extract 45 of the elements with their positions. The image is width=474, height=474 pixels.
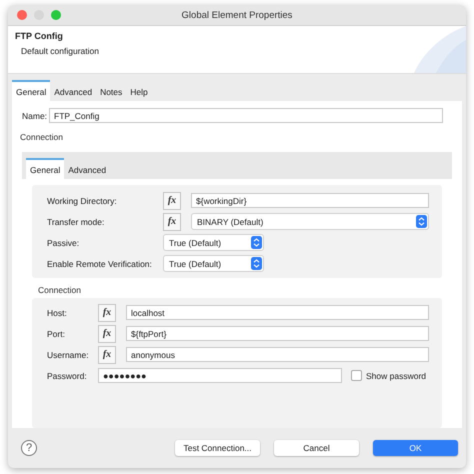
window-title: Global Element Properties (180, 10, 294, 20)
field-label: Host: (47, 308, 68, 318)
config-subtitle: Default configuration (20, 46, 99, 56)
tab[interactable]: Help (126, 80, 152, 101)
window-control-icon[interactable] (51, 10, 61, 20)
field-label: Password: (47, 370, 88, 380)
tab[interactable]: Notes (96, 80, 126, 101)
window-control-icon[interactable] (17, 10, 27, 20)
section-label: Connection (37, 284, 82, 297)
expression-button[interactable]: fx (98, 304, 116, 322)
help-button[interactable]: ? (21, 440, 37, 456)
config-title: FTP Config (15, 31, 64, 41)
tab[interactable]: General (26, 158, 64, 179)
tab[interactable]: General (12, 80, 50, 101)
dropdown[interactable]: BINARY (Default) (191, 213, 429, 230)
stepper-icon (251, 236, 262, 249)
password-field[interactable]: ●●●●●●●● (98, 368, 342, 383)
field-label: Username: (47, 350, 90, 360)
expression-button[interactable]: fx (163, 192, 181, 210)
stepper-icon (416, 215, 427, 228)
field-label: Name: (21, 110, 48, 120)
dialog-button[interactable]: Cancel (274, 440, 359, 456)
field-label: Working Directory: (47, 196, 118, 206)
expression-button[interactable]: fx (98, 346, 116, 364)
section-label: Connection (19, 131, 64, 144)
stepper-icon (251, 257, 262, 270)
field-label: Enable Remote Verification: (47, 258, 153, 268)
name-field[interactable]: FTP_Config (49, 108, 443, 123)
field-label: Passive: (47, 238, 80, 248)
input-field[interactable]: ${ftpPort} (126, 326, 429, 341)
checkbox-label: Show password (366, 370, 426, 380)
tab[interactable]: Advanced (50, 80, 96, 101)
dropdown[interactable]: True (Default) (163, 255, 264, 272)
dropdown[interactable]: True (Default) (163, 234, 264, 251)
tab[interactable]: Advanced (64, 158, 110, 179)
field-label: Port: (47, 328, 66, 338)
input-field[interactable]: ${workingDir} (191, 193, 429, 208)
input-field[interactable]: localhost (126, 305, 429, 320)
checkbox[interactable] (351, 370, 362, 381)
dialog-button[interactable]: OK (373, 440, 458, 456)
field-label: Transfer mode: (47, 216, 106, 226)
expression-button[interactable]: fx (98, 324, 116, 342)
input-field[interactable]: anonymous (126, 347, 429, 362)
expression-button[interactable]: fx (163, 212, 181, 230)
dialog-button[interactable]: Test Connection... (175, 440, 260, 456)
